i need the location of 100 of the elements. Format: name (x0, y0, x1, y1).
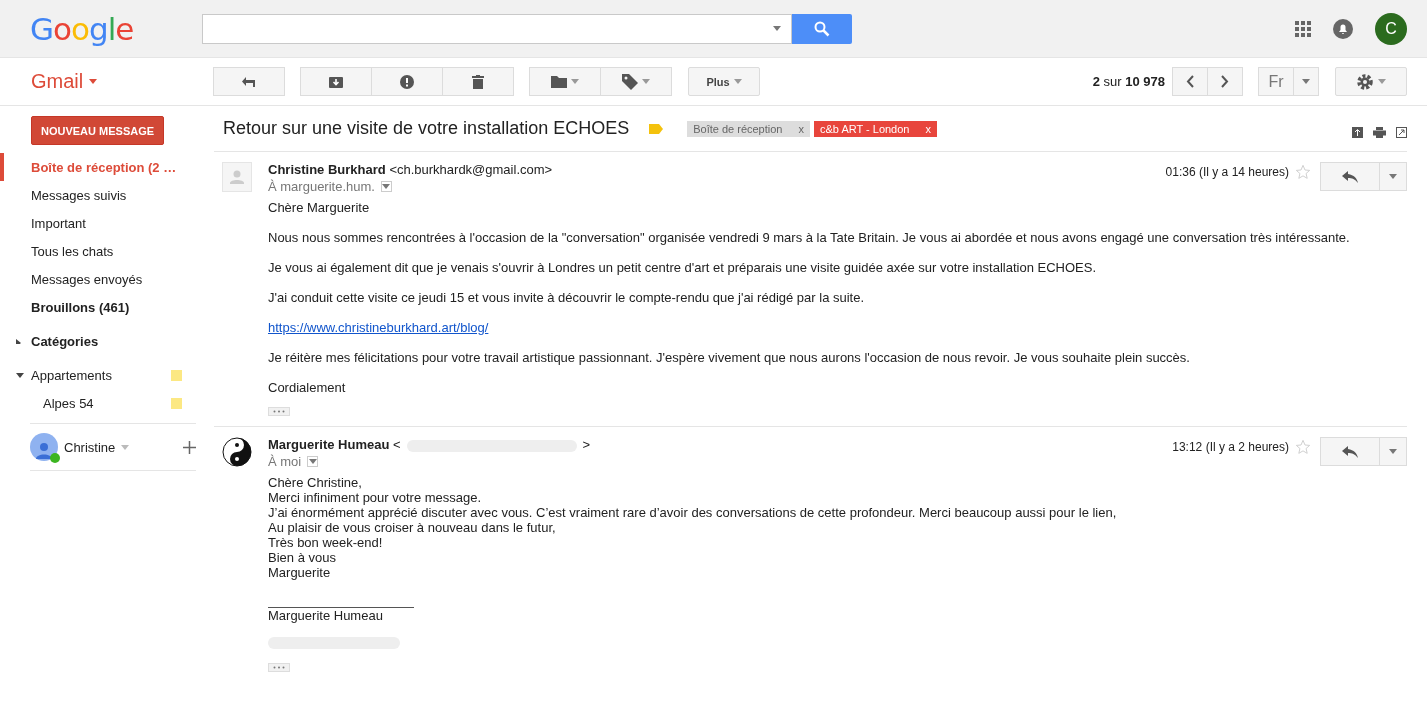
new-window-icon[interactable] (1396, 127, 1407, 138)
star-icon[interactable] (1295, 439, 1311, 455)
back-button[interactable] (213, 67, 285, 96)
delete-button[interactable] (442, 67, 514, 96)
sender-name: Christine Burkhard (268, 162, 386, 177)
message-line: Je vous ai également dit que je venais s'ouvrir à Londres un petit centre d'art et préparais une visite guidée axée sur votre installation ECHOES. (268, 260, 1098, 275)
archive-button[interactable] (300, 67, 372, 96)
label-name: c&b ART - London (820, 122, 910, 135)
remove-label-button[interactable]: x (798, 122, 804, 135)
next-button[interactable] (1207, 67, 1243, 96)
language-button[interactable]: Fr (1258, 67, 1294, 96)
message-line: Bien à vous (268, 550, 337, 565)
message-line: Très bon week-end! (268, 535, 384, 550)
apps-grid-icon[interactable] (1295, 20, 1311, 37)
chevron-left-icon (1186, 75, 1194, 88)
dropdown-caret-icon (773, 26, 781, 31)
gmail-menu[interactable]: Gmail (31, 70, 84, 93)
star-icon[interactable] (1295, 164, 1311, 180)
compose-button[interactable]: NOUVEAU MESSAGE (31, 116, 165, 145)
previous-button[interactable] (1172, 67, 1208, 96)
details-toggle[interactable] (380, 181, 392, 192)
caret-icon (1389, 174, 1397, 179)
reply-button[interactable] (1320, 162, 1380, 191)
message-line: J’ai énormément apprécié discuter avec vous. C’est vraiment rare d’avoir des conversations de cette profondeur. Merci beaucoup aussi pour le lien, (268, 505, 1118, 520)
more-actions-button[interactable] (1379, 162, 1407, 191)
message-line: Cordialement (268, 380, 347, 395)
folder-item[interactable]: Messages suivis (0, 181, 214, 209)
chevron-right-icon (1221, 75, 1229, 88)
details-toggle[interactable] (307, 456, 319, 467)
bell-icon[interactable] (1333, 18, 1353, 39)
more-actions-button[interactable] (1379, 437, 1407, 466)
folder-item[interactable]: Messages envoyés (0, 265, 214, 293)
folder-item[interactable]: Brouillons (461) (0, 293, 214, 321)
ellipsis-icon (273, 410, 285, 413)
chat-user-name[interactable]: Christine (64, 439, 116, 455)
reply-icon (1342, 170, 1358, 183)
more-button[interactable]: Plus (688, 67, 760, 96)
folder-item[interactable]: Boîte de réception (2 … (0, 153, 214, 181)
label-tag[interactable]: Boîte de réception x (687, 120, 810, 137)
move-button[interactable] (529, 67, 601, 96)
trash-icon (472, 74, 484, 89)
message-line: Chère Christine, (268, 475, 363, 490)
caret-icon (1378, 79, 1386, 84)
caret-icon (308, 459, 317, 464)
message-line: Nous nous sommes rencontrées à l'occasion de la "conversation" organisée vendredi 9 mars à la Tate Britain. Je vous ai abordée et nous avons engagé une conversation très intéressante. (268, 230, 1351, 245)
ellipsis-icon (273, 666, 285, 669)
message-line: Je réitère mes félicitations pour votre travail artistique passionnant. J'espère vivement que nous aurons l'occasion de nous revoir. Je vous souhaite plein succès. (268, 350, 1191, 365)
yin-yang-icon (222, 437, 252, 467)
message-line: Marguerite (268, 565, 332, 580)
caret-icon (642, 79, 650, 84)
folder-item[interactable]: Tous les chats (0, 237, 214, 265)
sender-email: <ch.burkhardk@gmail.com> (389, 162, 553, 177)
search-icon (814, 20, 830, 37)
caret-icon (733, 79, 742, 84)
exclamation-icon (400, 74, 414, 89)
message-line: J'ai conduit cette visite ce jeudi 15 et vous invite à découvrir le compte-rendu que j'ai rédigé par la suite. (268, 290, 866, 305)
recipient-line: À marguerite.hum. (268, 179, 375, 194)
language-dropdown[interactable] (1293, 67, 1319, 96)
reply-button[interactable] (1320, 437, 1380, 466)
label-group[interactable]: Catégories (0, 327, 214, 355)
search-button[interactable] (792, 13, 852, 44)
blog-link[interactable]: https://www.christineburkhard.art/blog/ (268, 320, 489, 335)
importance-marker-icon[interactable] (649, 123, 664, 134)
message-line: Merci infiniment pour votre message. (268, 490, 483, 505)
caret-icon (571, 79, 579, 84)
message-time: 13:12 (Il y a 2 heures) (1172, 440, 1289, 454)
avatar-placeholder-icon (222, 162, 252, 192)
caret-icon (89, 79, 98, 84)
expand-all-icon[interactable] (1352, 127, 1363, 138)
print-icon[interactable] (1373, 127, 1386, 138)
email-bracket: > (582, 437, 591, 452)
caret-icon (121, 444, 130, 450)
plus-icon[interactable] (183, 440, 196, 454)
label-item[interactable]: Alpes 54 (0, 389, 214, 417)
folder-item[interactable]: Important (0, 209, 214, 237)
folder-icon (551, 75, 567, 88)
remove-label-button[interactable]: x (925, 122, 931, 135)
label-tag[interactable]: c&b ART - London x (814, 120, 937, 137)
label-button[interactable] (600, 67, 672, 96)
settings-button[interactable] (1335, 67, 1407, 96)
back-arrow-icon (242, 76, 256, 87)
sender-name: Marguerite Humeau (268, 437, 390, 452)
thread-subject: Retour sur une visite de votre installation ECHOES (223, 118, 630, 139)
caret-icon (382, 184, 391, 189)
message-counter: 2 sur 10 978 (1092, 74, 1165, 89)
message-line: Au plaisir de vous croiser à nouveau dans le futur, (268, 520, 557, 535)
reply-icon (1342, 445, 1358, 458)
message-line: Chère Marguerite (268, 200, 371, 215)
message-time: 01:36 (Il y a 14 heures) (1165, 165, 1289, 179)
account-avatar[interactable]: C (1375, 12, 1407, 45)
caret-icon (1302, 79, 1310, 84)
expanded-caret-icon (16, 372, 24, 378)
search-field[interactable] (202, 13, 792, 44)
tag-icon (622, 73, 638, 90)
user-avatar[interactable] (30, 433, 58, 461)
email-bracket: < (393, 437, 401, 452)
spam-button[interactable] (371, 67, 443, 96)
caret-icon (1389, 449, 1397, 454)
archive-icon (329, 75, 343, 88)
label-group[interactable]: Appartements (0, 361, 214, 389)
